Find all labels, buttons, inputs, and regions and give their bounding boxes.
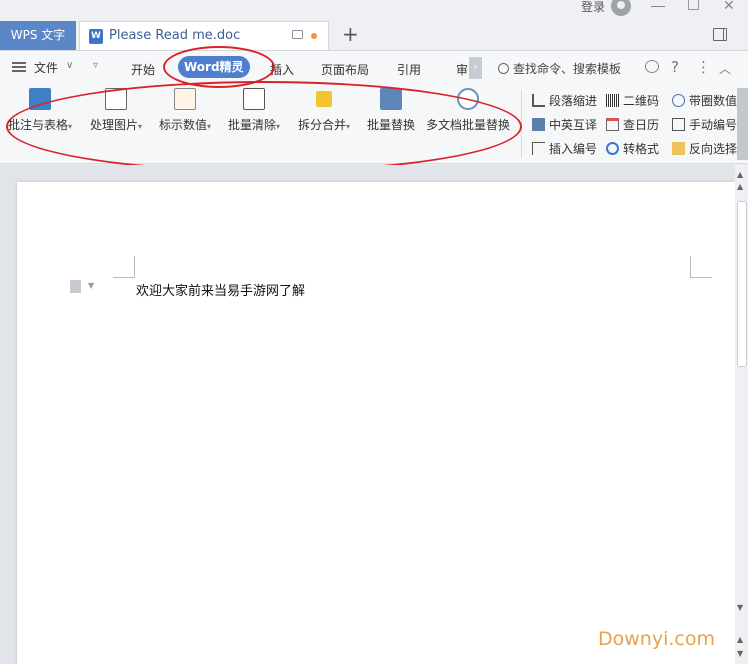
scroll-up-double-icon[interactable]: ▲ [737, 182, 743, 191]
process-image-label: 处理图片 [90, 118, 139, 132]
calendar-button[interactable]: 查日历 [606, 117, 659, 133]
table-comment-button[interactable]: 批注与表格▾ [8, 88, 72, 133]
document-scrollbar[interactable]: ▲ ▲ ▼ ▲ ▼ [735, 165, 748, 664]
manual-numbering-icon [672, 118, 685, 131]
multi-doc-replace-label: 多文档批量替换 [426, 118, 511, 132]
manual-numbering-label: 手动编号 [689, 118, 738, 132]
document-page[interactable]: ▼ 欢迎大家前来当易手游网了解 [17, 182, 735, 664]
list-icon [532, 142, 545, 155]
clear-icon [243, 88, 266, 110]
convert-format-label: 转格式 [623, 142, 660, 156]
minimize-icon[interactable] [651, 6, 665, 7]
reverse-select-label: 反向选择 [689, 142, 738, 156]
login-link[interactable]: 登录 [581, 0, 605, 14]
split-merge-icon [316, 91, 333, 107]
mark-value-button[interactable]: 标示数值▾ [159, 88, 211, 133]
avatar[interactable] [611, 0, 631, 16]
pencil-icon [174, 88, 197, 110]
circled-number-button[interactable]: 带圈数值 [672, 93, 737, 109]
more-icon[interactable]: ⋮ [696, 58, 711, 76]
paragraph-indent-button[interactable]: 段落缩进 [532, 93, 597, 109]
maximize-icon[interactable] [688, 0, 699, 10]
barcode-icon [606, 94, 619, 107]
table-comment-label: 批注与表格 [8, 118, 69, 132]
indent-icon [532, 94, 545, 107]
calendar-icon [606, 118, 619, 131]
tab-references[interactable]: 引用 [397, 61, 421, 78]
new-tab-button[interactable]: + [342, 24, 359, 44]
page-down-icon[interactable]: ▼ [737, 649, 743, 658]
app-tab-wps[interactable]: WPS 文字 [0, 21, 76, 50]
tab-word-wizard[interactable]: Word精灵 [178, 56, 250, 78]
translate-icon [532, 118, 545, 131]
insert-numbering-button[interactable]: 插入编号 [532, 141, 597, 157]
scroll-up-icon[interactable]: ▲ [737, 170, 743, 179]
convert-format-button[interactable]: 转格式 [606, 141, 659, 157]
ribbon-scrollbar[interactable] [737, 88, 748, 160]
file-menu[interactable]: 文件 [34, 59, 58, 76]
chevron-down-icon[interactable]: ▼ [88, 281, 94, 290]
document-tab[interactable]: W Please Read me.doc [79, 21, 329, 50]
magnifier-icon [457, 88, 479, 110]
search-icon [498, 63, 509, 74]
scrollbar-thumb[interactable] [737, 201, 747, 367]
multi-doc-replace-button[interactable]: 多文档批量替换 [426, 88, 510, 133]
close-icon[interactable]: ✕ [723, 0, 735, 14]
margin-corner-top-left [113, 256, 135, 278]
ribbon-divider [521, 90, 522, 158]
document-tab-title: Please Read me.doc [109, 28, 241, 43]
mark-value-label: 标示数值 [159, 118, 208, 132]
watermark: Downyi.com [598, 628, 715, 650]
replace-icon [380, 88, 402, 110]
ribbon-word-wizard: 批注与表格▾ 处理图片▾ 标示数值▾ 批量清除▾ 拆分合并▾ 批量替换 多文档批… [0, 84, 748, 164]
refresh-icon [606, 142, 619, 155]
feedback-icon[interactable] [645, 60, 659, 73]
document-area: ▼ 欢迎大家前来当易手游网了解 [0, 165, 748, 664]
calendar-label: 查日历 [623, 118, 660, 132]
quick-access-icon[interactable]: ▿ [93, 60, 98, 71]
image-icon [105, 88, 128, 110]
collapse-ribbon-icon[interactable]: ︿ [719, 60, 731, 77]
qrcode-button[interactable]: 二维码 [606, 93, 659, 109]
page-up-icon[interactable]: ▲ [737, 635, 743, 644]
reverse-select-icon [672, 142, 685, 155]
batch-replace-label: 批量替换 [367, 118, 416, 132]
table-comment-icon [29, 88, 52, 110]
translate-label: 中英互译 [549, 118, 598, 132]
batch-clear-label: 批量清除 [228, 118, 277, 132]
batch-clear-button[interactable]: 批量清除▾ [228, 88, 280, 133]
command-search-label: 查找命令、搜索模板 [513, 62, 622, 76]
margin-corner-top-right [690, 256, 712, 278]
manual-numbering-button[interactable]: 手动编号 [672, 117, 737, 133]
scroll-down-icon[interactable]: ▼ [737, 603, 743, 612]
chevron-down-icon[interactable]: ∨ [66, 60, 73, 71]
split-merge-button[interactable]: 拆分合并▾ [298, 88, 350, 133]
circled-number-label: 带圈数值 [689, 94, 738, 108]
translate-button[interactable]: 中英互译 [532, 117, 597, 133]
title-bar: WPS 文字 W Please Read me.doc + 登录 ✕ [0, 0, 748, 50]
tab-review[interactable]: 审 [456, 61, 468, 78]
qrcode-label: 二维码 [623, 94, 660, 108]
process-image-button[interactable]: 处理图片▾ [90, 88, 142, 133]
tab-scroll-right-icon[interactable]: › [469, 57, 482, 79]
batch-replace-button[interactable]: 批量替换 [367, 88, 415, 133]
tab-home[interactable]: 开始 [131, 61, 155, 78]
document-text[interactable]: 欢迎大家前来当易手游网了解 [136, 280, 305, 299]
menu-bar: 文件 ∨ ▿ 开始 Word精灵 插入 页面布局 引用 审 › 查找命令、搜索模… [0, 50, 748, 84]
reverse-select-button[interactable]: 反向选择 [672, 141, 737, 157]
hamburger-menu-icon[interactable] [12, 62, 26, 72]
monitor-icon[interactable] [292, 30, 303, 39]
unsaved-dot-icon [311, 33, 317, 39]
command-search[interactable]: 查找命令、搜索模板 [498, 60, 621, 77]
help-icon[interactable]: ? [671, 58, 679, 76]
sidebar-toggle-icon[interactable] [713, 28, 727, 41]
paragraph-indent-label: 段落缩进 [549, 94, 598, 108]
tab-insert[interactable]: 插入 [270, 61, 294, 78]
split-merge-label: 拆分合并 [298, 118, 347, 132]
tab-page-layout[interactable]: 页面布局 [321, 61, 369, 78]
paragraph-handle-icon[interactable] [70, 280, 81, 293]
circled-number-icon [672, 94, 685, 107]
insert-numbering-label: 插入编号 [549, 142, 598, 156]
word-doc-icon: W [89, 29, 103, 44]
